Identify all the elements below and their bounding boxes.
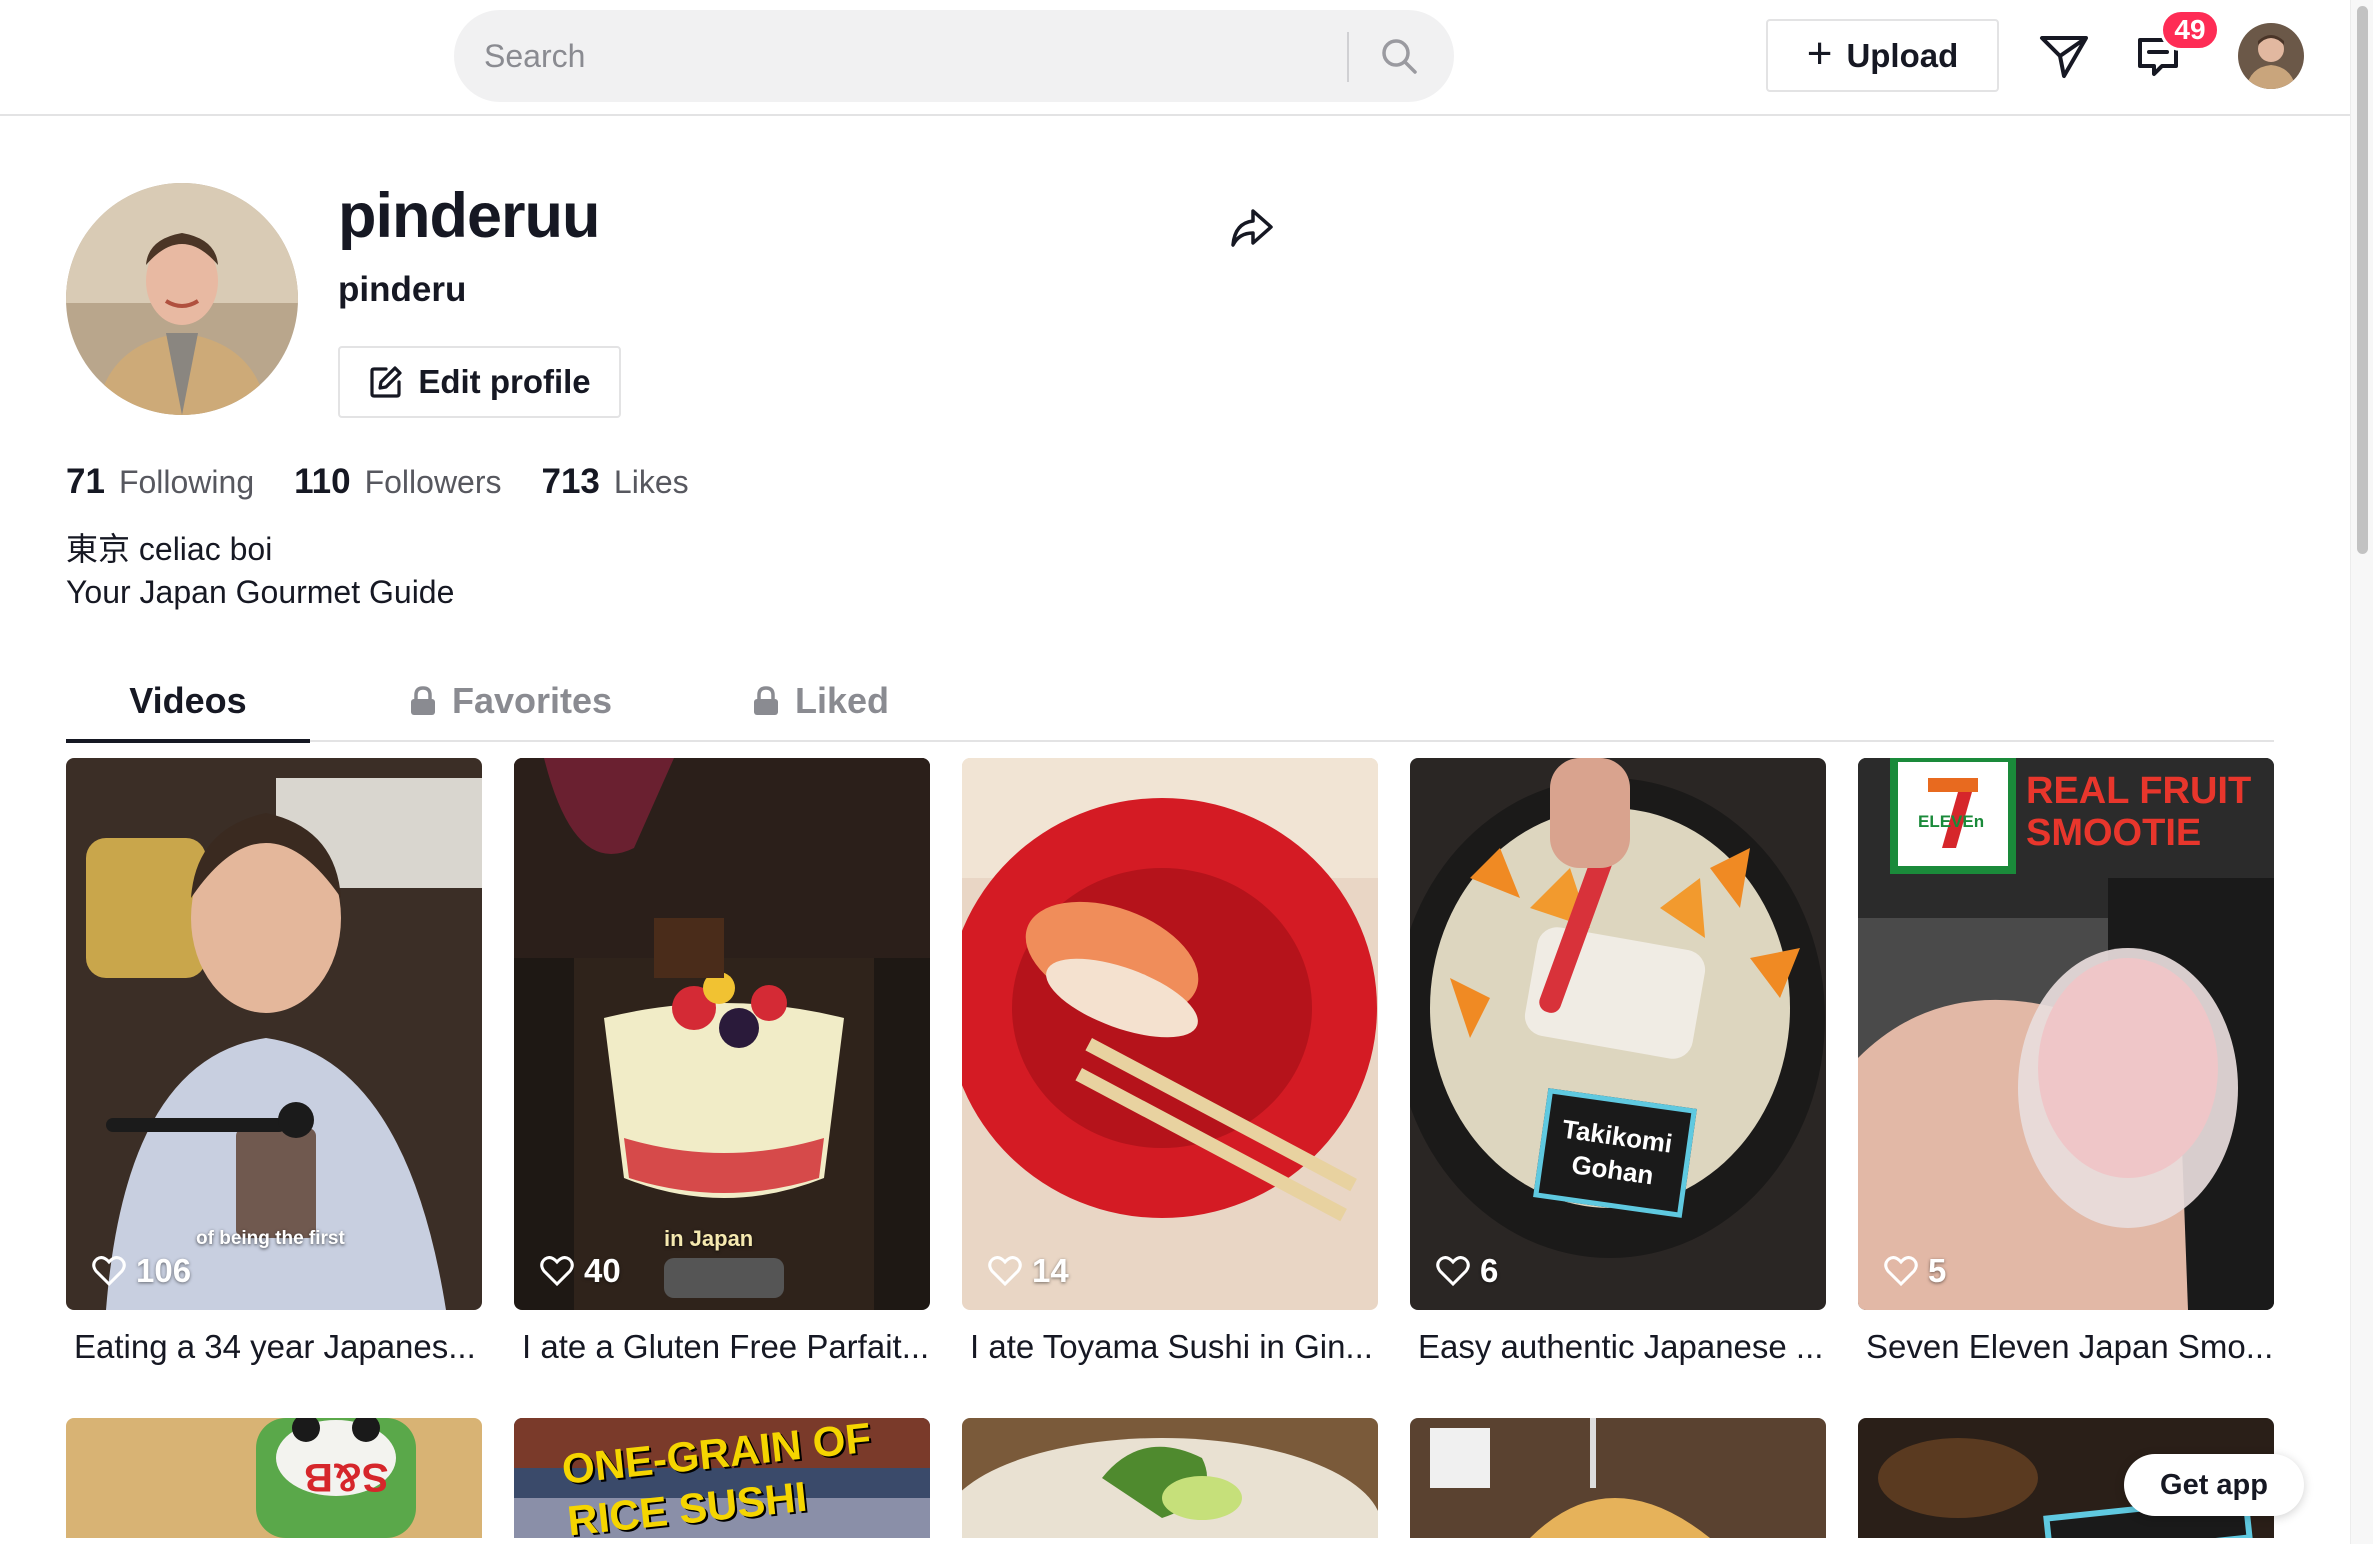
video-card[interactable]: Takikomi Gohan 6 Easy authentic Japanese… [1410, 758, 1826, 1366]
seven-eleven-logo: ELEVEn [1918, 812, 1985, 831]
upload-label: Upload [1846, 36, 1959, 74]
likes-count: 713 [541, 462, 600, 501]
upload-button[interactable]: + Upload [1766, 19, 1999, 92]
profile-avatar[interactable] [66, 183, 298, 415]
video-thumbnail: in Japan 40 [514, 758, 930, 1310]
video-likes: 106 [92, 1252, 191, 1290]
video-card[interactable]: in Japan 40 I ate a Gluten Free Parfait.… [514, 758, 930, 1366]
video-likes: 6 [1436, 1252, 1498, 1290]
send-icon [2040, 36, 2088, 78]
search-input[interactable] [484, 10, 1364, 102]
profile-username: pinderuu [338, 181, 600, 251]
like-count: 6 [1480, 1252, 1499, 1289]
tab-label: Liked [794, 680, 890, 721]
tab-liked[interactable]: Liked [700, 660, 940, 742]
video-card[interactable] [962, 1418, 1378, 1538]
following-count: 71 [66, 462, 105, 501]
video-title[interactable]: I ate Toyama Sushi in Gin... [962, 1328, 1378, 1366]
get-app-button[interactable]: Get app [2124, 1454, 2304, 1516]
heart-icon [540, 1256, 574, 1286]
video-card[interactable]: ONE-GRAIN OF RICE SUSHI [514, 1418, 930, 1538]
tab-videos[interactable]: Videos [66, 660, 310, 742]
lock-icon [753, 686, 778, 715]
share-icon [1231, 209, 1273, 247]
top-navigation-bar: + Upload 49 [0, 0, 2350, 116]
edit-icon [370, 366, 402, 398]
row2-overlay-text: S&B [304, 1455, 389, 1499]
video-likes: 14 [988, 1252, 1069, 1290]
search-bar [454, 10, 1454, 102]
video-card[interactable]: 14 I ate Toyama Sushi in Gin... [962, 758, 1378, 1366]
followers-label: Followers [364, 464, 502, 500]
video-card[interactable]: of being the first 106 Eating a 34 year … [66, 758, 482, 1366]
like-count: 5 [1928, 1252, 1947, 1289]
video-overlay-text: in Japan [664, 1226, 754, 1251]
profile-bio: 東京 celiac boi Your Japan Gourmet Guide [66, 528, 454, 614]
video-title[interactable]: I ate a Gluten Free Parfait... [514, 1328, 930, 1366]
video-likes: 40 [540, 1252, 621, 1290]
tab-label: Favorites [451, 680, 613, 721]
search-divider [1347, 32, 1349, 82]
heart-icon [988, 1256, 1022, 1286]
like-count: 14 [1032, 1252, 1069, 1289]
like-count: 40 [584, 1252, 621, 1289]
video-card[interactable] [1410, 1418, 1826, 1538]
video-thumbnail: Takikomi Gohan 6 [1410, 758, 1826, 1310]
following-label: Following [118, 464, 255, 500]
heart-icon [92, 1256, 126, 1286]
tab-label: Videos [129, 680, 247, 721]
edit-profile-button[interactable]: Edit profile [338, 346, 621, 418]
page-scrollbar[interactable] [2350, 0, 2373, 1544]
video-title[interactable]: Eating a 34 year Japanes... [66, 1328, 482, 1366]
active-tab-indicator [66, 739, 310, 743]
followers-count: 110 [294, 462, 351, 501]
tab-favorites[interactable]: Favorites [370, 660, 650, 742]
video-title[interactable]: Seven Eleven Japan Smo... [1858, 1328, 2274, 1366]
lock-icon [410, 686, 435, 715]
profile-tabs: Videos Favorites Liked [66, 660, 2274, 743]
heart-icon [1884, 1256, 1918, 1286]
scrollbar-thumb[interactable] [2357, 6, 2368, 554]
likes-stat: 713 Likes [542, 462, 689, 502]
video-card[interactable]: ELEVEn REAL FRUIT SMOOTIE 5 Seven Eleven… [1858, 758, 2274, 1366]
followers-stat[interactable]: 110 Followers [294, 462, 501, 502]
video-thumbnail: of being the first 106 [66, 758, 482, 1310]
video-thumbnail: 14 [962, 758, 1378, 1310]
messages-button[interactable] [2032, 24, 2096, 88]
video-thumbnail: ELEVEn REAL FRUIT SMOOTIE 5 [1858, 758, 2274, 1310]
following-stat[interactable]: 71 Following [66, 462, 254, 502]
likes-label: Likes [613, 464, 689, 500]
search-button[interactable] [1364, 24, 1434, 88]
video-title[interactable]: Easy authentic Japanese ... [1410, 1328, 1826, 1366]
inbox-badge: 49 [2160, 9, 2220, 51]
share-profile-button[interactable] [1222, 198, 1282, 258]
video-overlay-text: Takikomi Gohan [1533, 1088, 1697, 1218]
heart-icon [1436, 1256, 1470, 1286]
video-overlay-text: REAL FRUIT SMOOTIE [2026, 770, 2252, 854]
bio-line: Your Japan Gourmet Guide [66, 574, 455, 610]
video-card[interactable]: S&B [66, 1418, 482, 1538]
plus-icon: + [1806, 28, 1833, 78]
profile-stats: 71 Following 110 Followers 713 Likes [66, 462, 689, 502]
like-count: 106 [136, 1252, 192, 1289]
header-avatar[interactable] [2238, 23, 2304, 89]
profile-nickname: pinderu [338, 270, 467, 309]
search-icon [1382, 39, 1417, 74]
video-likes: 5 [1884, 1252, 1946, 1290]
video-overlay-text: of being the first [196, 1228, 345, 1249]
edit-profile-label: Edit profile [418, 363, 591, 400]
bio-line: 東京 celiac boi [66, 531, 273, 567]
